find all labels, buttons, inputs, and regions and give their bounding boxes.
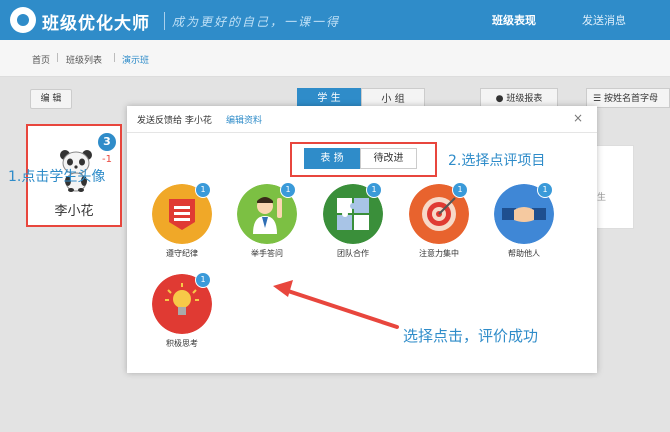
nav-class-performance[interactable]: 班级表现	[492, 12, 536, 28]
item-count-badge: 1	[195, 272, 211, 288]
item-count-badge: 1	[452, 182, 468, 198]
breadcrumb-separator: |	[56, 53, 60, 63]
modal-header: 发送反馈给 李小花 编辑资料 ×	[127, 106, 597, 133]
breadcrumb-current: 演示班	[122, 56, 150, 66]
item-count-badge: 1	[280, 182, 296, 198]
annotation-step3: 选择点击，评价成功	[403, 327, 539, 345]
breadcrumb: 首页 | 班级列表 | 演示班	[0, 40, 670, 77]
item-label: 团队合作	[337, 249, 369, 258]
student-name: 李小花	[54, 204, 94, 219]
item-rules[interactable]: 1 遵守纪律	[150, 182, 214, 268]
breadcrumb-home[interactable]: 首页	[32, 53, 50, 66]
item-label: 举手答问	[251, 249, 283, 258]
item-attention[interactable]: 1 注意力集中	[407, 182, 471, 268]
class-report-label: 班级报表	[506, 94, 543, 104]
sort-icon: ☰	[593, 94, 604, 104]
breadcrumb-separator: |	[113, 53, 117, 63]
annotation-step2: 2.选择点评项目	[448, 153, 546, 169]
item-count-badge: 1	[537, 182, 553, 198]
item-raise-hand[interactable]: 1 举手答问	[235, 182, 299, 268]
annotation-step1: 1.点击学生头像	[8, 169, 106, 185]
tab-needs-improvement[interactable]: 待改进	[360, 148, 417, 169]
edit-profile-link[interactable]: 编辑资料	[226, 113, 262, 126]
item-label: 注意力集中	[419, 249, 459, 258]
class-report-button[interactable]: ● 班级报表	[480, 88, 558, 108]
slogan: 成为更好的自己，一课一得	[172, 15, 341, 29]
item-count-badge: 1	[195, 182, 211, 198]
brand-divider	[164, 12, 165, 30]
feedback-modal: 发送反馈给 李小花 编辑资料 × 表 扬 待改进 2.选择点评项目 1 遵守纪律…	[127, 106, 597, 373]
student-card-partial-text: 生	[597, 193, 607, 203]
sort-label: 按姓名首字母	[603, 94, 658, 104]
item-label: 积极思考	[166, 339, 198, 348]
item-label: 遵守纪律	[166, 249, 198, 258]
brand-title: 班级优化大师	[42, 14, 150, 34]
report-icon: ●	[495, 94, 507, 104]
item-help-others[interactable]: 1 帮助他人	[492, 182, 556, 268]
item-teamwork[interactable]: 1 团队合作	[321, 182, 385, 268]
score-badge: 3	[98, 133, 116, 151]
item-count-badge: 1	[366, 182, 382, 198]
logo-icon	[10, 7, 36, 33]
nav-send-message[interactable]: 发送消息	[582, 12, 626, 28]
score-delta: -1	[102, 154, 112, 165]
sort-button[interactable]: ☰ 按姓名首字母	[586, 88, 670, 108]
app-header: 班级优化大师 成为更好的自己，一课一得 班级表现 发送消息	[0, 0, 670, 40]
modal-title: 发送反馈给 李小花	[137, 116, 212, 126]
close-icon[interactable]: ×	[573, 111, 583, 125]
edit-button[interactable]: 编 辑	[30, 89, 72, 109]
tab-praise[interactable]: 表 扬	[304, 148, 360, 169]
breadcrumb-class-list[interactable]: 班级列表	[66, 53, 102, 66]
item-label: 帮助他人	[508, 249, 540, 258]
item-positive-thinking[interactable]: 1 积极思考	[150, 272, 214, 358]
